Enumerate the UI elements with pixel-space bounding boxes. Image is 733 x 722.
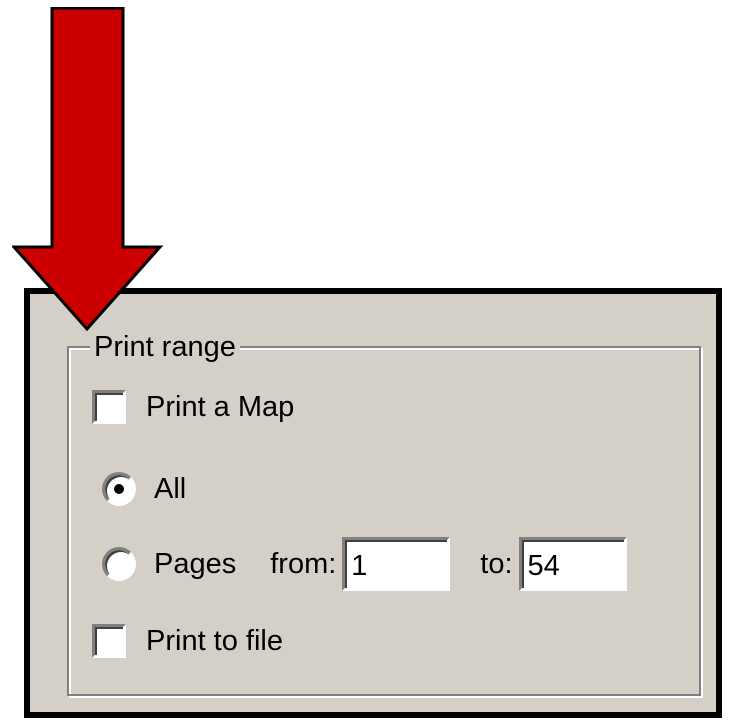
pages-label[interactable]: Pages	[154, 548, 236, 581]
all-label[interactable]: All	[154, 473, 186, 506]
print-map-label[interactable]: Print a Map	[146, 391, 294, 424]
all-radio[interactable]	[102, 472, 136, 506]
to-label: to:	[480, 547, 513, 580]
down-arrow-icon	[12, 7, 164, 332]
screenshot-stage: Print range Print a Map All Pages from: …	[0, 0, 733, 722]
print-map-row[interactable]: Print a Map	[92, 390, 294, 424]
down-arrow-shape	[12, 7, 164, 332]
print-range-legend: Print range	[90, 330, 240, 364]
print-map-checkbox[interactable]	[92, 390, 126, 424]
from-label: from:	[270, 547, 337, 580]
to-page-input[interactable]	[518, 537, 627, 591]
print-to-file-row[interactable]: Print to file	[92, 624, 283, 658]
print-dialog-panel: Print range Print a Map All Pages from: …	[24, 288, 722, 718]
pages-radio[interactable]	[102, 547, 136, 581]
from-page-input[interactable]	[342, 537, 451, 591]
print-to-file-label[interactable]: Print to file	[146, 625, 283, 658]
all-radio-row[interactable]: All	[102, 472, 186, 506]
pages-radio-row[interactable]: Pages from: to:	[102, 537, 627, 591]
print-to-file-checkbox[interactable]	[92, 624, 126, 658]
